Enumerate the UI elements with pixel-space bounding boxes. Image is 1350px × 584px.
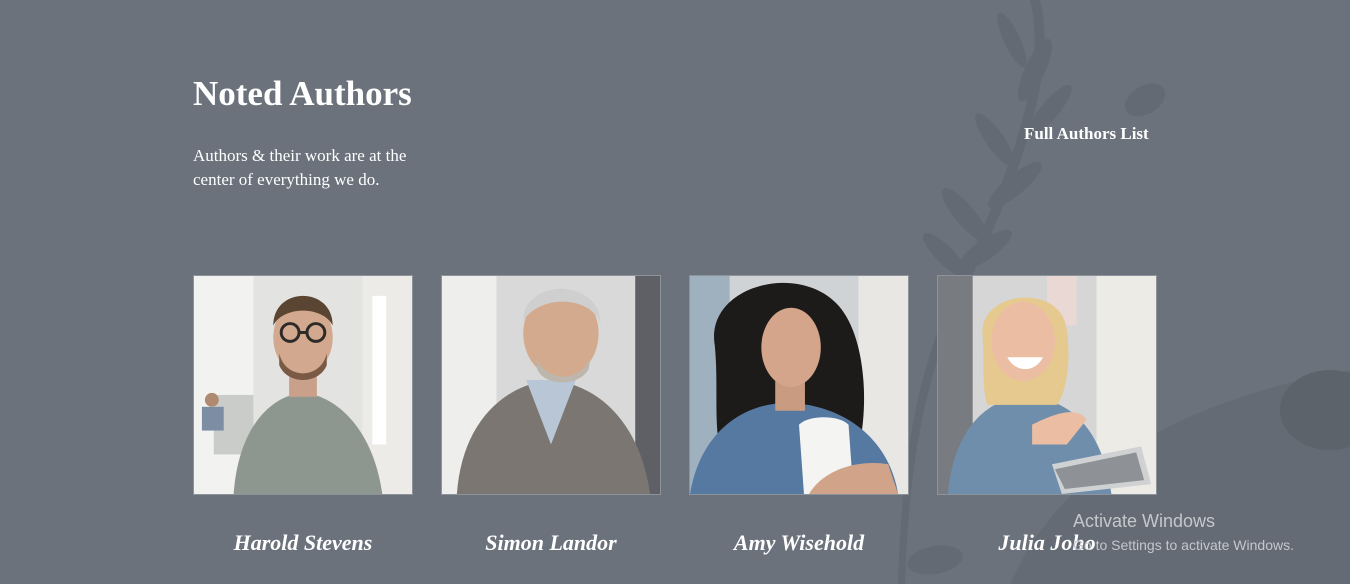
author-photo-image bbox=[690, 276, 908, 494]
author-photo-simon-landor[interactable] bbox=[441, 275, 661, 495]
author-name[interactable]: Julia Joho bbox=[937, 529, 1157, 557]
author-photo-image bbox=[194, 276, 412, 494]
author-name[interactable]: Harold Stevens bbox=[193, 529, 413, 557]
full-authors-list-link[interactable]: Full Authors List bbox=[1024, 124, 1149, 144]
author-name[interactable]: Amy Wisehold bbox=[689, 529, 909, 557]
author-name[interactable]: Simon Landor bbox=[441, 529, 661, 557]
author-photo-image bbox=[938, 276, 1156, 494]
page-title: Noted Authors bbox=[193, 74, 412, 113]
author-photo-image bbox=[442, 276, 660, 494]
page-subtitle: Authors & their work are at the center o… bbox=[193, 146, 407, 189]
author-photo-harold-stevens[interactable] bbox=[193, 275, 413, 495]
author-photo-amy-wisehold[interactable] bbox=[689, 275, 909, 495]
author-photo-julia-joho[interactable] bbox=[937, 275, 1157, 495]
